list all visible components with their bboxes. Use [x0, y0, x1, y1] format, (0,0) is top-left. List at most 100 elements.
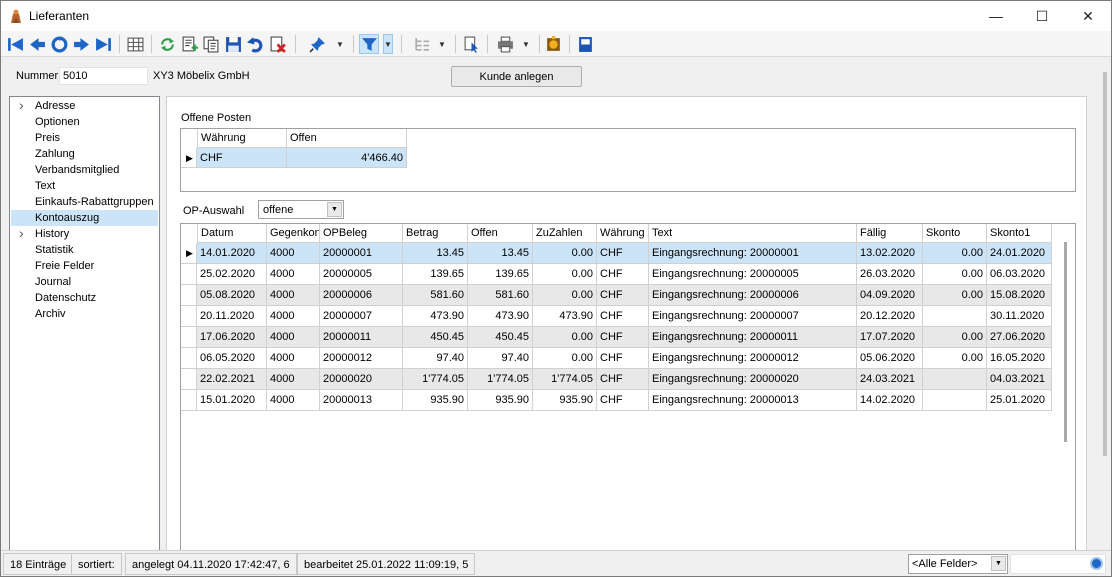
window-vertical-scrollbar[interactable]	[1099, 58, 1111, 550]
cell-skonto[interactable]: 0.00	[923, 348, 987, 369]
column-header-faellig[interactable]: Fällig	[857, 224, 923, 243]
cell-faellig[interactable]: 04.09.2020	[857, 285, 923, 306]
tree-item-verbandsmitglied[interactable]: Verbandsmitglied	[11, 162, 158, 178]
cell-zuzahlen[interactable]: 473.90	[533, 306, 597, 327]
cell-text[interactable]: Eingangsrechnung: 20000012	[649, 348, 857, 369]
cell-datum[interactable]: 22.02.2021	[197, 369, 267, 390]
cell-faellig[interactable]: 20.12.2020	[857, 306, 923, 327]
cell-waehrung[interactable]: CHF	[597, 348, 649, 369]
tree-item-archiv[interactable]: Archiv	[11, 306, 158, 322]
column-header-betrag[interactable]: Betrag	[403, 224, 468, 243]
cell-gegenkonto[interactable]: 4000	[267, 348, 320, 369]
cell-skonto[interactable]	[923, 306, 987, 327]
cell-gegenkonto[interactable]: 4000	[267, 243, 320, 264]
cell-betrag[interactable]: 139.65	[403, 264, 468, 285]
field-filter-select[interactable]: <Alle Felder> ▼	[908, 554, 1008, 574]
cell-skonto1[interactable]: 25.01.2020	[987, 390, 1052, 411]
cell-skonto[interactable]: 0.00	[923, 243, 987, 264]
tree-item-optionen[interactable]: Optionen	[11, 114, 158, 130]
cell-gegenkonto[interactable]: 4000	[267, 369, 320, 390]
column-header-skonto1[interactable]: Skonto1	[987, 224, 1052, 243]
new-record-icon[interactable]	[179, 34, 199, 54]
cell-waehrung[interactable]: CHF	[597, 264, 649, 285]
expand-arrow-icon[interactable]: ›	[19, 225, 24, 241]
column-header-waehrung[interactable]: Währung	[197, 129, 287, 148]
cell-waehrung[interactable]: CHF	[597, 285, 649, 306]
first-record-icon[interactable]	[5, 34, 25, 54]
print-icon[interactable]	[495, 34, 515, 54]
kunde-anlegen-button[interactable]: Kunde anlegen	[451, 66, 582, 87]
delete-record-icon[interactable]	[267, 34, 287, 54]
cell-datum[interactable]: 06.05.2020	[197, 348, 267, 369]
column-header-zuzahlen[interactable]: ZuZahlen	[533, 224, 597, 243]
cell-faellig[interactable]: 13.02.2020	[857, 243, 923, 264]
next-record-icon[interactable]	[71, 34, 91, 54]
cell-offen[interactable]: 473.90	[468, 306, 533, 327]
expand-arrow-icon[interactable]: ›	[19, 97, 24, 113]
minimize-button[interactable]: —	[973, 1, 1019, 31]
summary-cell-offen[interactable]: 4'466.40	[287, 148, 407, 168]
pin-icon[interactable]	[307, 34, 327, 54]
cell-offen[interactable]: 139.65	[468, 264, 533, 285]
cell-offen[interactable]: 13.45	[468, 243, 533, 264]
cell-opbeleg[interactable]: 20000013	[320, 390, 403, 411]
cell-skonto[interactable]	[923, 369, 987, 390]
tree-view-icon[interactable]	[411, 34, 431, 54]
cell-zuzahlen[interactable]: 0.00	[533, 348, 597, 369]
column-header-offen[interactable]: Offen	[287, 129, 407, 148]
tree-item-datenschutz[interactable]: Datenschutz	[11, 290, 158, 306]
cell-betrag[interactable]: 1'774.05	[403, 369, 468, 390]
print-dropdown-icon[interactable]: ▼	[521, 34, 531, 54]
cell-text[interactable]: Eingangsrechnung: 20000011	[649, 327, 857, 348]
tree-item-einkaufs-rabattgruppen[interactable]: Einkaufs-Rabattgruppen	[11, 194, 158, 210]
cell-betrag[interactable]: 935.90	[403, 390, 468, 411]
cell-waehrung[interactable]: CHF	[597, 306, 649, 327]
tree-dropdown-icon[interactable]: ▼	[437, 34, 447, 54]
op-auswahl-select[interactable]: offene ▼	[258, 200, 344, 219]
table-view-icon[interactable]	[125, 34, 145, 54]
cell-skonto[interactable]	[923, 390, 987, 411]
cell-gegenkonto[interactable]: 4000	[267, 306, 320, 327]
cell-datum[interactable]: 14.01.2020	[197, 243, 267, 264]
cell-offen[interactable]: 935.90	[468, 390, 533, 411]
summary-cell-waehrung[interactable]: CHF	[197, 148, 287, 168]
copy-record-icon[interactable]	[201, 34, 221, 54]
cell-offen[interactable]: 581.60	[468, 285, 533, 306]
tree-item-kontoauszug[interactable]: Kontoauszug	[11, 210, 158, 226]
cell-skonto[interactable]: 0.00	[923, 327, 987, 348]
chevron-down-icon[interactable]: ▼	[991, 556, 1006, 571]
cell-gegenkonto[interactable]: 4000	[267, 327, 320, 348]
cell-faellig[interactable]: 17.07.2020	[857, 327, 923, 348]
cell-gegenkonto[interactable]: 4000	[267, 264, 320, 285]
cell-faellig[interactable]: 24.03.2021	[857, 369, 923, 390]
addon-icon[interactable]	[543, 34, 563, 54]
filter-dropdown-icon[interactable]: ▼	[383, 34, 393, 54]
column-header-datum[interactable]: Datum	[197, 224, 267, 243]
cell-text[interactable]: Eingangsrechnung: 20000005	[649, 264, 857, 285]
cell-skonto1[interactable]: 24.01.2020	[987, 243, 1052, 264]
filter-icon[interactable]	[359, 34, 379, 54]
cell-betrag[interactable]: 473.90	[403, 306, 468, 327]
cell-offen[interactable]: 97.40	[468, 348, 533, 369]
last-record-icon[interactable]	[93, 34, 113, 54]
cell-datum[interactable]: 17.06.2020	[197, 327, 267, 348]
cell-opbeleg[interactable]: 20000005	[320, 264, 403, 285]
tree-item-zahlung[interactable]: Zahlung	[11, 146, 158, 162]
cell-datum[interactable]: 15.01.2020	[197, 390, 267, 411]
cell-skonto1[interactable]: 30.11.2020	[987, 306, 1052, 327]
tree-item-history[interactable]: › History	[11, 225, 158, 242]
cell-zuzahlen[interactable]: 0.00	[533, 327, 597, 348]
vertical-scrollbar[interactable]	[1057, 242, 1075, 550]
cell-betrag[interactable]: 450.45	[403, 327, 468, 348]
cell-betrag[interactable]: 581.60	[403, 285, 468, 306]
cell-skonto1[interactable]: 06.03.2020	[987, 264, 1052, 285]
cell-text[interactable]: Eingangsrechnung: 20000007	[649, 306, 857, 327]
cell-zuzahlen[interactable]: 0.00	[533, 285, 597, 306]
cell-opbeleg[interactable]: 20000011	[320, 327, 403, 348]
cell-text[interactable]: Eingangsrechnung: 20000006	[649, 285, 857, 306]
tree-item-adresse[interactable]: › Adresse	[11, 97, 158, 114]
cell-faellig[interactable]: 05.06.2020	[857, 348, 923, 369]
cell-zuzahlen[interactable]: 1'774.05	[533, 369, 597, 390]
tree-item-preis[interactable]: Preis	[11, 130, 158, 146]
column-header-skonto[interactable]: Skonto	[923, 224, 987, 243]
